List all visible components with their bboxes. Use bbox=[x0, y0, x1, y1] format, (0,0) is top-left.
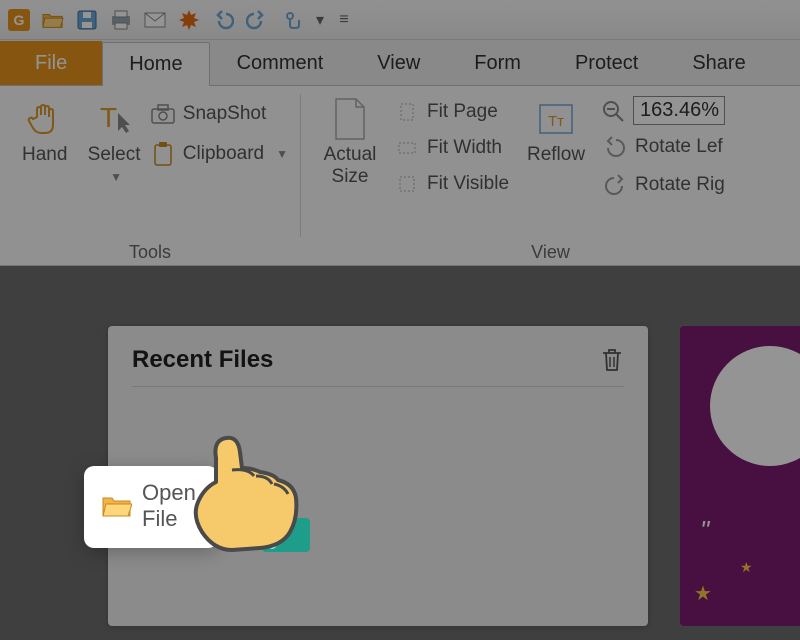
promo-card[interactable]: " ★ ★ bbox=[680, 326, 800, 626]
star-icon: ★ bbox=[694, 581, 712, 606]
select-icon: T bbox=[93, 98, 135, 140]
reflow-icon: Tᴛ bbox=[535, 98, 577, 140]
zoom-input[interactable]: 163.46% bbox=[633, 96, 725, 125]
rotate-left-button[interactable]: Rotate Lef bbox=[601, 131, 727, 163]
tab-file[interactable]: File bbox=[0, 41, 102, 85]
fit-visible-icon bbox=[395, 172, 419, 196]
undo-icon[interactable] bbox=[212, 9, 234, 31]
snapshot-label: SnapShot bbox=[183, 103, 266, 125]
fit-visible-button[interactable]: Fit Visible bbox=[393, 168, 511, 200]
rotate-left-icon bbox=[603, 135, 627, 159]
rotate-right-button[interactable]: Rotate Rig bbox=[601, 169, 727, 201]
open-folder-icon bbox=[102, 494, 132, 518]
fit-width-icon bbox=[395, 136, 419, 160]
clipboard-label: Clipboard bbox=[183, 143, 264, 165]
ribbon-group-tools: Hand T Select ▼ SnapShot bbox=[0, 86, 300, 265]
ribbon-group-view: Actual Size Fit Page Fit Width Fit Visib… bbox=[301, 86, 800, 265]
ribbon-home: Hand T Select ▼ SnapShot bbox=[0, 86, 800, 266]
start-area: Recent Files " ★ ★ bbox=[0, 266, 800, 640]
ribbon-tabs: File Home Comment View Form Protect Shar… bbox=[0, 40, 800, 86]
fit-page-label: Fit Page bbox=[427, 101, 498, 123]
reflow-button[interactable]: Tᴛ Reflow bbox=[515, 92, 597, 238]
redo-icon[interactable] bbox=[246, 9, 268, 31]
svg-text:G: G bbox=[14, 12, 25, 28]
svg-text:T: T bbox=[100, 102, 117, 133]
app-icon: G bbox=[8, 9, 30, 31]
new-icon[interactable] bbox=[178, 9, 200, 31]
zoom-out-icon[interactable] bbox=[601, 99, 625, 123]
tab-comment[interactable]: Comment bbox=[210, 41, 351, 85]
save-icon[interactable] bbox=[76, 9, 98, 31]
promo-quote: " bbox=[700, 515, 709, 546]
touch-mode-icon[interactable] bbox=[280, 9, 302, 31]
star-icon: ★ bbox=[740, 559, 753, 576]
reflow-label: Reflow bbox=[527, 144, 585, 166]
trash-icon[interactable] bbox=[600, 347, 624, 373]
group-label-tools: Tools bbox=[10, 238, 290, 263]
snapshot-button[interactable]: SnapShot bbox=[149, 98, 290, 130]
fit-width-button[interactable]: Fit Width bbox=[393, 132, 511, 164]
customize-icon[interactable]: ≡ bbox=[338, 9, 350, 31]
rotate-left-label: Rotate Lef bbox=[635, 136, 723, 158]
tab-form[interactable]: Form bbox=[447, 41, 548, 85]
page-icon bbox=[329, 98, 371, 140]
fit-width-label: Fit Width bbox=[427, 137, 502, 159]
hand-icon bbox=[24, 98, 66, 140]
tab-view[interactable]: View bbox=[350, 41, 447, 85]
email-icon[interactable] bbox=[144, 9, 166, 31]
actual-size-button[interactable]: Actual Size bbox=[311, 92, 389, 238]
clipboard-icon bbox=[151, 142, 175, 166]
print-icon[interactable] bbox=[110, 9, 132, 31]
fit-page-icon bbox=[395, 100, 419, 124]
recent-files-title: Recent Files bbox=[132, 346, 273, 374]
fit-page-button[interactable]: Fit Page bbox=[393, 96, 511, 128]
hand-tool-label: Hand bbox=[22, 144, 67, 166]
actual-size-label: Actual Size bbox=[324, 144, 377, 188]
select-tool-button[interactable]: T Select ▼ bbox=[79, 92, 148, 238]
svg-text:Tᴛ: Tᴛ bbox=[548, 113, 564, 130]
chevron-down-icon: ▼ bbox=[110, 170, 122, 184]
tab-share[interactable]: Share bbox=[665, 41, 772, 85]
tab-home[interactable]: Home bbox=[102, 42, 209, 86]
group-label-view: View bbox=[311, 238, 790, 263]
tab-protect[interactable]: Protect bbox=[548, 41, 665, 85]
fit-visible-label: Fit Visible bbox=[427, 173, 509, 195]
open-file-button[interactable]: Open File bbox=[84, 466, 218, 548]
promo-circle bbox=[710, 346, 800, 466]
open-icon[interactable] bbox=[42, 9, 64, 31]
quick-access-toolbar: G ▾ ≡ bbox=[0, 0, 800, 40]
open-file-label: Open File bbox=[142, 480, 196, 532]
chevron-down-icon[interactable]: ▾ bbox=[314, 9, 326, 31]
chevron-down-icon: ▼ bbox=[276, 147, 288, 161]
app-window: G ▾ ≡ File Home Comment V bbox=[0, 0, 800, 640]
select-tool-label: Select bbox=[88, 144, 141, 166]
rotate-right-label: Rotate Rig bbox=[635, 174, 725, 196]
rotate-right-icon bbox=[603, 173, 627, 197]
camera-icon bbox=[151, 102, 175, 126]
clipboard-button[interactable]: Clipboard ▼ bbox=[149, 138, 290, 170]
hand-tool-button[interactable]: Hand bbox=[10, 92, 79, 238]
